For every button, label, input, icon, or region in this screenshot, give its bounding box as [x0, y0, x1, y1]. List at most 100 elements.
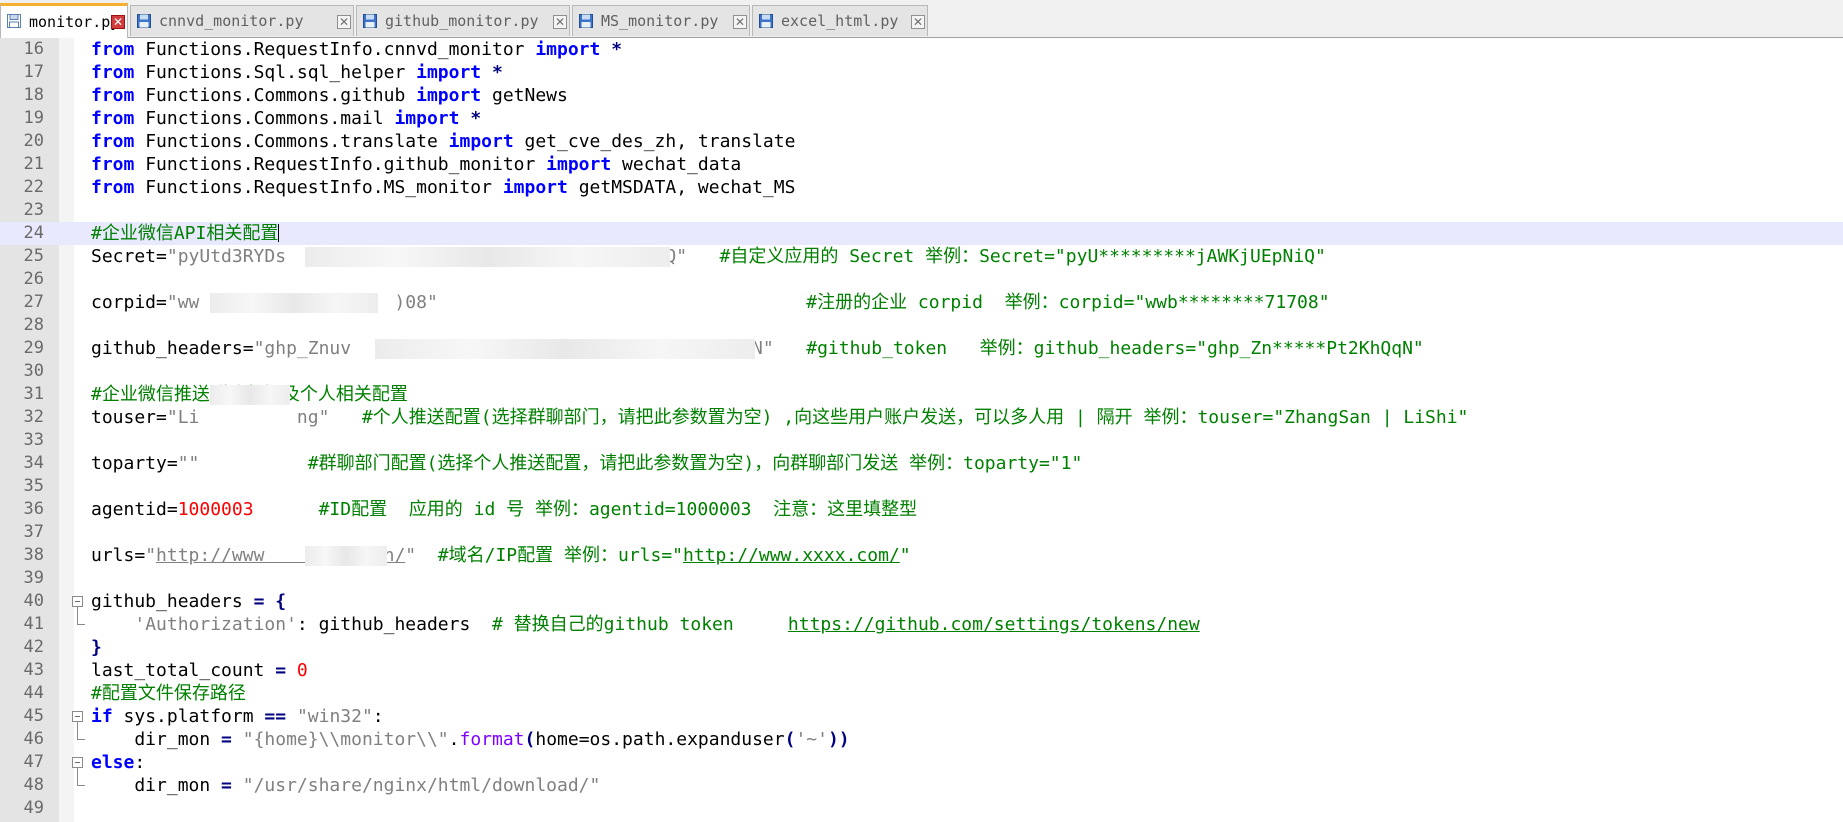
code-line[interactable]: 23 [0, 199, 1843, 222]
line-number: 20 [23, 131, 44, 151]
close-tab-icon[interactable]: ✕ [337, 15, 351, 29]
tab-monitor-py[interactable]: monitor.py ✕ [0, 3, 128, 38]
line-number: 22 [23, 177, 44, 197]
code-text: if sys.platform == "win32": [91, 705, 384, 728]
line-number: 39 [23, 568, 44, 588]
code-token: #github_token 举例：github_headers="ghp_Zn*… [773, 338, 1424, 359]
code-line[interactable]: 26 [0, 268, 1843, 291]
text-caret [278, 224, 280, 242]
code-token: dir_mon [91, 775, 222, 796]
code-line[interactable]: 24 #企业微信API相关配置 [0, 222, 1843, 245]
fold-toggle-icon[interactable] [72, 711, 83, 722]
code-line[interactable]: 45 if sys.platform == "win32": [0, 705, 1843, 728]
code-line[interactable]: 48 dir_mon = "/usr/share/nginx/html/down… [0, 774, 1843, 797]
code-line[interactable]: 25 Secret="pyUtd3RYDs NiQ" #自定义应用的 Secret… [0, 245, 1843, 268]
code-line[interactable]: 43 last_total_count = 0 [0, 659, 1843, 682]
code-line[interactable]: 41 'Authorization': github_headers # 替换自… [0, 613, 1843, 636]
fold-toggle-icon[interactable] [72, 596, 83, 607]
code-token: Functions.Sql.sql_helper [134, 62, 417, 83]
code-token: import [448, 131, 514, 152]
code-line[interactable]: 40 github_headers = { [0, 590, 1843, 613]
code-line[interactable]: 34 toparty="" #群聊部门配置(选择个人推送配置，请把此参数置为空)，… [0, 452, 1843, 475]
code-line[interactable]: 21 from Functions.RequestInfo.github_moni… [0, 153, 1843, 176]
code-line[interactable]: 38 urls="http://www .cn/" #域名/IP配置 举例：url… [0, 544, 1843, 567]
code-line[interactable]: 36 agentid=1000003 #ID配置 应用的 id 号 举例：agen… [0, 498, 1843, 521]
code-text: dir_mon = "/usr/share/nginx/html/downloa… [91, 774, 600, 797]
code-line[interactable]: 33 [0, 429, 1843, 452]
code-token: " [405, 545, 417, 566]
floppy-disk-icon [759, 14, 773, 28]
code-line[interactable]: 39 [0, 567, 1843, 590]
line-number: 30 [23, 361, 44, 381]
code-editor[interactable]: 16 from Functions.RequestInfo.cnnvd_monit… [0, 38, 1843, 822]
code-line[interactable]: 19 from Functions.Commons.mail import * [0, 107, 1843, 130]
close-tab-icon[interactable]: ✕ [733, 15, 747, 29]
code-token: )) [827, 729, 850, 750]
code-line[interactable]: 32 touser="Li ng" #个人推送配置(选择群聊部门，请把此参数置为空… [0, 406, 1843, 429]
tab-cnnvd_monitor-py[interactable]: cnnvd_monitor.py ✕ [130, 5, 354, 36]
floppy-disk-icon [579, 14, 593, 28]
code-line[interactable]: 20 from Functions.Commons.translate impor… [0, 130, 1843, 153]
code-token: Functions.RequestInfo.github_monitor [134, 154, 547, 175]
fold-end-mark [77, 739, 85, 740]
code-token: #ID配置 应用的 id 号 举例：agentid=1000003 注意：这里填… [253, 499, 918, 520]
tab-excel_html-py[interactable]: excel_html.py ✕ [752, 5, 928, 36]
line-number: 24 [23, 223, 44, 243]
redaction-blur [210, 293, 378, 313]
line-number: 41 [23, 614, 44, 634]
close-tab-icon[interactable]: ✕ [911, 15, 925, 29]
code-token: #注册的企业 corpid 举例：corpid="wwb********7170… [437, 292, 1330, 313]
tab-github_monitor-py[interactable]: github_monitor.py ✕ [356, 5, 570, 36]
line-number: 23 [23, 200, 44, 220]
line-number: 44 [23, 683, 44, 703]
tab-label: excel_html.py [781, 12, 899, 30]
line-number: 32 [23, 407, 44, 427]
line-number: 45 [23, 706, 44, 726]
line-number: 29 [23, 338, 44, 358]
close-tab-icon[interactable]: ✕ [553, 15, 567, 29]
line-number: 19 [23, 108, 44, 128]
code-line[interactable]: 17 from Functions.Sql.sql_helper import * [0, 61, 1843, 84]
code-token: '~' [795, 729, 828, 750]
code-token: import [502, 177, 568, 198]
code-token: : [134, 752, 146, 773]
code-text: from Functions.Commons.mail import * [91, 107, 481, 130]
close-tab-icon[interactable]: ✕ [111, 15, 125, 29]
code-line[interactable]: 49 [0, 797, 1843, 820]
code-line[interactable]: 29 github_headers="ghp_Znuv hQqN" #github… [0, 337, 1843, 360]
code-token: Functions.RequestInfo.cnnvd_monitor [134, 39, 536, 60]
code-text: last_total_count = 0 [91, 659, 308, 682]
code-text: github_headers="ghp_Znuv hQqN" #github_t… [91, 337, 1424, 360]
code-line[interactable]: 46 dir_mon = "{home}\\monitor\\".format(… [0, 728, 1843, 751]
fold-toggle-icon[interactable] [72, 757, 83, 768]
code-line[interactable]: 44 #配置文件保存路径 [0, 682, 1843, 705]
code-line[interactable]: 28 [0, 314, 1843, 337]
tab-ms_monitor-py[interactable]: MS_monitor.py ✕ [572, 5, 750, 36]
code-line[interactable]: 16 from Functions.RequestInfo.cnnvd_monit… [0, 38, 1843, 61]
tab-label: cnnvd_monitor.py [159, 12, 304, 30]
code-line[interactable]: 22 from Functions.RequestInfo.MS_monitor … [0, 176, 1843, 199]
code-line[interactable]: 37 [0, 521, 1843, 544]
code-token: toparty= [91, 453, 178, 474]
code-text: dir_mon = "{home}\\monitor\\".format(hom… [91, 728, 850, 751]
code-text: #企业微信API相关配置 [91, 222, 280, 245]
code-text: 'Authorization': github_headers # 替换自己的g… [91, 613, 1199, 636]
code-token: #配置文件保存路径 [91, 683, 246, 704]
code-line[interactable]: 18 from Functions.Commons.github import g… [0, 84, 1843, 107]
floppy-disk-icon [137, 14, 151, 28]
code-text: from Functions.Commons.translate import … [91, 130, 795, 153]
code-text: urls="http://www .cn/" #域名/IP配置 举例：urls=… [91, 544, 911, 567]
code-line[interactable]: 35 [0, 475, 1843, 498]
code-token: else [91, 752, 135, 773]
code-line[interactable]: 47 else: [0, 751, 1843, 774]
code-token: import [394, 108, 460, 129]
code-line[interactable]: 42} [0, 636, 1843, 659]
line-number: 48 [23, 775, 44, 795]
code-text: from Functions.RequestInfo.github_monito… [91, 153, 741, 176]
code-token: Functions.Commons.mail [134, 108, 395, 129]
code-line[interactable]: 30 [0, 360, 1843, 383]
floppy-disk-icon [7, 14, 21, 28]
